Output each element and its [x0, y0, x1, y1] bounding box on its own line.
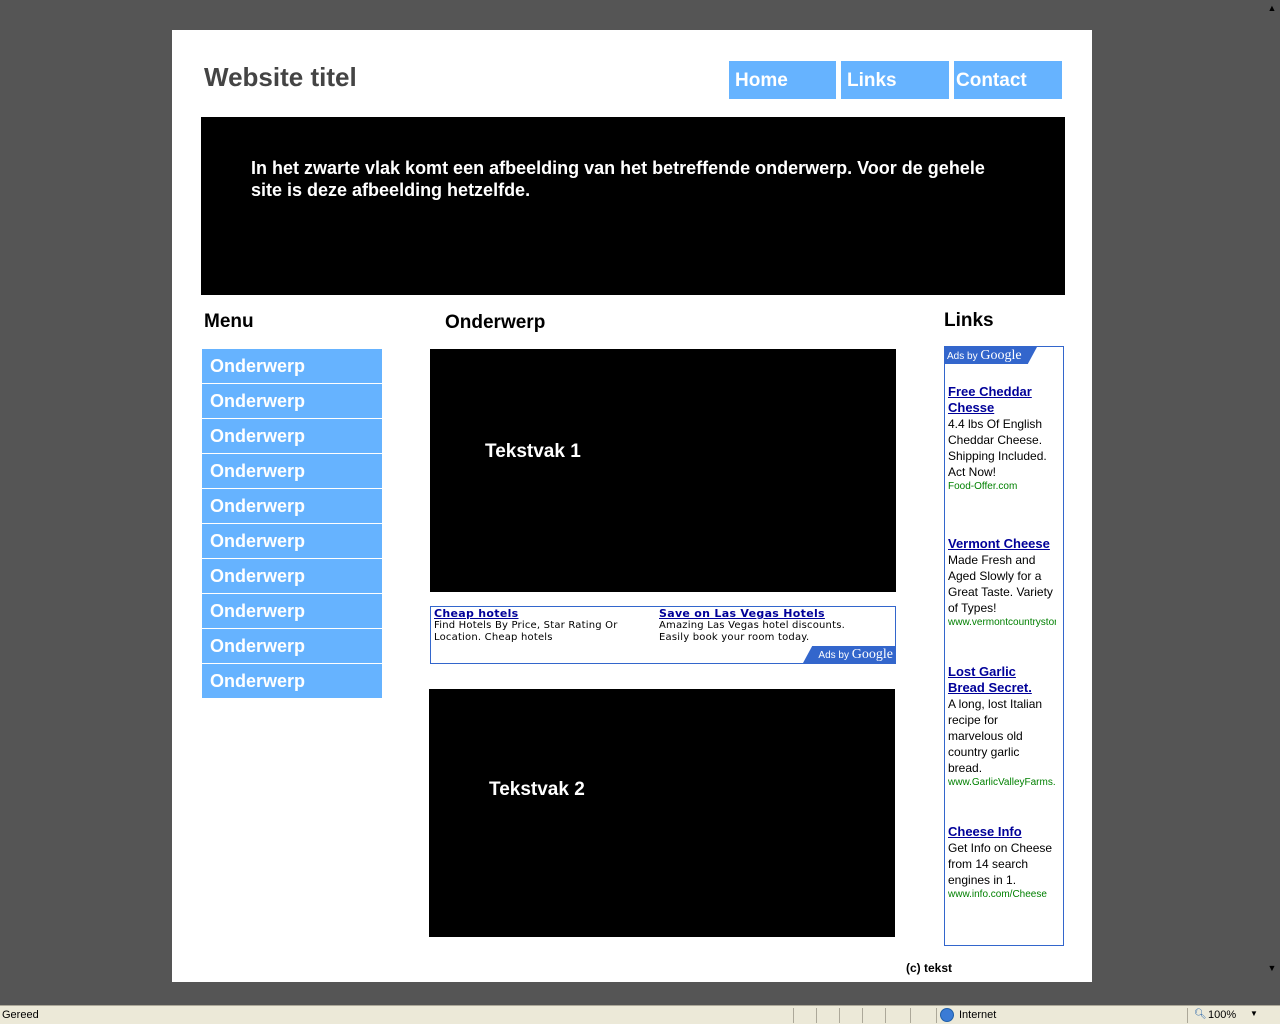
ad-title-link[interactable]: Free Cheddar Chesse: [948, 384, 1056, 416]
zoom-icon[interactable]: 🔍︎: [1194, 1009, 1207, 1020]
menu-item[interactable]: Onderwerp: [202, 524, 382, 558]
menu-item[interactable]: Onderwerp: [202, 454, 382, 488]
ad-unit: Cheap hotels Find Hotels By Price, Star …: [434, 607, 649, 644]
zoom-dropdown-icon[interactable]: ▼: [1250, 1009, 1258, 1018]
text-box-1: Tekstvak 1: [430, 349, 896, 592]
ad-title-link[interactable]: Vermont Cheese: [948, 536, 1056, 552]
side-menu: Onderwerp Onderwerp Onderwerp Onderwerp …: [202, 349, 382, 699]
footer-copyright: (c) tekst: [906, 961, 953, 975]
ad-description: Made Fresh and Aged Slowly for a Great T…: [948, 553, 1053, 615]
status-divider: [885, 1008, 886, 1023]
side-ad: Lost Garlic Bread Secret. A long, lost I…: [948, 664, 1056, 790]
links-ad-column: Ads by Google Free Cheddar Chesse 4.4 lb…: [944, 346, 1064, 946]
text-box-2-label: Tekstvak 2: [489, 779, 585, 800]
menu-item[interactable]: Onderwerp: [202, 489, 382, 523]
status-divider: [839, 1008, 840, 1023]
banner-text: In het zwarte vlak komt een afbeelding v…: [251, 158, 985, 200]
ad-description: A long, lost Italian recipe for marvelou…: [948, 697, 1043, 775]
ad-title-link[interactable]: Save on Las Vegas Hotels: [659, 607, 874, 620]
top-nav: Home Links Contact: [729, 61, 1062, 99]
menu-item[interactable]: Onderwerp: [202, 384, 382, 418]
nav-home-button[interactable]: Home: [729, 61, 836, 99]
scroll-down-arrow-icon[interactable]: ▼: [1266, 962, 1278, 974]
ad-description: Amazing Las Vegas hotel discounts. Easil…: [659, 620, 845, 643]
status-divider: [936, 1008, 937, 1023]
text-box-2: Tekstvak 2: [429, 689, 895, 937]
ad-url-link[interactable]: Food-Offer.com: [948, 480, 1056, 494]
nav-links-button[interactable]: Links: [841, 61, 949, 99]
status-divider: [910, 1008, 911, 1023]
ad-url-link[interactable]: www.info.com/Cheese: [948, 888, 1056, 902]
ad-title-link[interactable]: Cheap hotels: [434, 607, 649, 620]
status-divider: [816, 1008, 817, 1023]
menu-item[interactable]: Onderwerp: [202, 629, 382, 663]
site-title: Website titel: [204, 62, 357, 92]
status-divider: [862, 1008, 863, 1023]
menu-item[interactable]: Onderwerp: [202, 594, 382, 628]
status-text: Gereed: [2, 1009, 39, 1021]
links-heading: Links: [944, 310, 994, 331]
scroll-up-arrow-icon[interactable]: ▲: [1266, 2, 1278, 14]
zoom-level[interactable]: 100%: [1208, 1009, 1236, 1021]
google-logo: Google: [980, 348, 1022, 363]
nav-contact-button[interactable]: Contact: [954, 61, 1062, 99]
ad-unit: Save on Las Vegas Hotels Amazing Las Veg…: [659, 607, 874, 644]
ad-title-link[interactable]: Lost Garlic Bread Secret.: [948, 664, 1056, 696]
header-banner: In het zwarte vlak komt een afbeelding v…: [201, 117, 1065, 295]
menu-item[interactable]: Onderwerp: [202, 559, 382, 593]
ad-description: Find Hotels By Price, Star Rating Or Loc…: [434, 620, 618, 643]
side-ad: Cheese Info Get Info on Cheese from 14 s…: [948, 824, 1056, 902]
globe-icon: [940, 1008, 954, 1022]
ads-by-google-badge[interactable]: Ads by Google: [803, 646, 895, 663]
security-zone-label: Internet: [959, 1009, 997, 1021]
ad-title-link[interactable]: Cheese Info: [948, 824, 1056, 840]
browser-status-bar: Gereed Internet 🔍︎ 100% ▼: [0, 1005, 1280, 1024]
text-box-1-label: Tekstvak 1: [485, 441, 581, 462]
menu-item[interactable]: Onderwerp: [202, 664, 382, 698]
ad-url-link[interactable]: www.vermontcountrystore.com: [948, 616, 1056, 630]
content-heading: Onderwerp: [445, 312, 546, 333]
ad-description: 4.4 lbs Of English Cheddar Cheese. Shipp…: [948, 417, 1047, 479]
google-logo: Google: [851, 647, 893, 662]
vertical-scrollbar[interactable]: ▲ ▼: [1264, 0, 1280, 1005]
menu-item[interactable]: Onderwerp: [202, 419, 382, 453]
status-divider: [1187, 1008, 1188, 1023]
ads-by-label: Ads by: [818, 650, 849, 661]
menu-item[interactable]: Onderwerp: [202, 349, 382, 383]
ad-url-link[interactable]: www.GarlicValleyFarms.com: [948, 776, 1056, 790]
page: Website titel Home Links Contact In het …: [172, 30, 1092, 982]
ad-banner: Cheap hotels Find Hotels By Price, Star …: [430, 606, 896, 664]
ad-description: Get Info on Cheese from 14 search engine…: [948, 841, 1053, 887]
ads-by-label: Ads by: [947, 351, 978, 362]
side-ad: Free Cheddar Chesse 4.4 lbs Of English C…: [948, 384, 1056, 494]
side-ad: Vermont Cheese Made Fresh and Aged Slowl…: [948, 536, 1056, 630]
ads-by-google-badge[interactable]: Ads by Google: [945, 347, 1037, 364]
menu-heading: Menu: [204, 311, 254, 332]
status-divider: [793, 1008, 794, 1023]
